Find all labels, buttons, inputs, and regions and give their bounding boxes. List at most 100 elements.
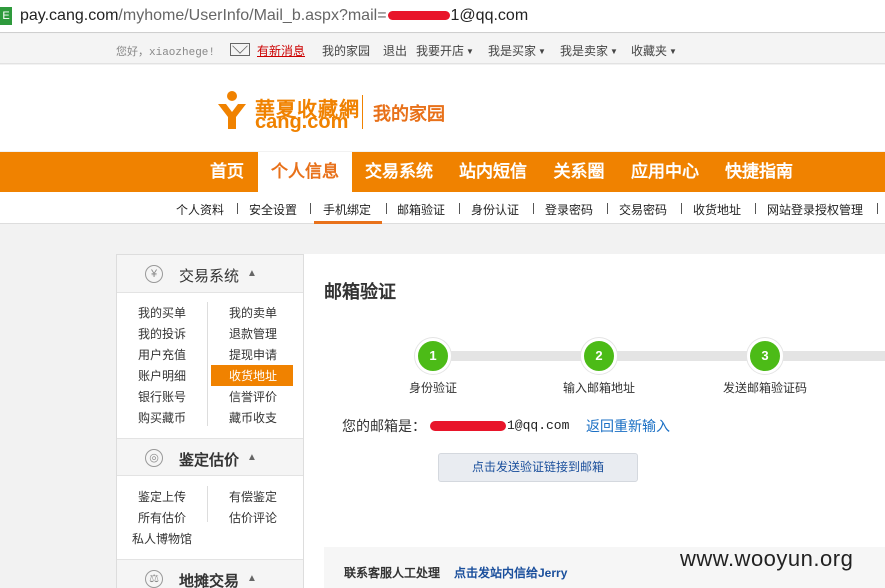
sub-nav: 个人资料 安全设置 手机绑定 邮箱验证 身份认证 登录密码 交易密码 收货地址 …	[0, 192, 885, 224]
sidebar-item-refunds[interactable]: 退款管理	[229, 325, 277, 342]
site-header: 華夏收藏網 cang.com 我的家园	[0, 65, 885, 151]
scale-icon: ⚖	[145, 570, 163, 588]
tab-quick-guide[interactable]: 快捷指南	[712, 152, 806, 192]
step-3-badge: 3	[747, 338, 783, 374]
url-tail: 1@qq.com	[450, 7, 529, 24]
seller-menu[interactable]: 我是卖家 ▼	[560, 42, 618, 59]
subnav-trade-password[interactable]: 交易密码	[619, 201, 667, 218]
watermark-text: www.wooyun.org	[680, 546, 854, 571]
sidebar-item-recharge[interactable]: 用户充值	[138, 346, 186, 363]
url-path: /myhome/UserInfo/Mail_b.aspx?mail=	[118, 7, 387, 24]
step-3-label: 发送邮箱验证码	[723, 381, 808, 395]
sidebar-item-valuation-comments[interactable]: 估价评论	[229, 509, 277, 526]
sidebar-item-bank-account[interactable]: 银行账号	[138, 388, 186, 405]
sidebar-item-all-valuations[interactable]: 所有估价	[138, 509, 186, 526]
chevron-up-icon[interactable]: ▲	[247, 268, 257, 279]
email-tail: 1@qq.com	[507, 418, 570, 433]
buyer-label: 我是买家	[488, 44, 537, 58]
sidebar-item-buy-coins[interactable]: 购买藏币	[138, 409, 186, 426]
sidebar-section-title: 交易系统	[179, 268, 240, 285]
subnav-security[interactable]: 安全设置	[249, 201, 297, 218]
sidebar-section-title: 鉴定估价	[179, 452, 240, 469]
greeting-text: 您好，xiaozhege!	[116, 47, 216, 59]
subnav-login-authorization[interactable]: 网站登录授权管理	[767, 201, 863, 218]
subnav-email-verify[interactable]: 邮箱验证	[397, 201, 445, 218]
favorites-label: 收藏夹	[631, 44, 668, 58]
yen-icon: ¥	[145, 265, 163, 283]
sidebar-item-shipping-address[interactable]: 收货地址	[211, 365, 294, 386]
subnav-identity[interactable]: 身份认证	[471, 201, 519, 218]
tab-relations[interactable]: 关系圈	[540, 152, 618, 192]
sidebar-column-divider	[207, 486, 208, 522]
logo-english-text[interactable]: cang.com	[255, 111, 348, 134]
sidebar-item-account-details[interactable]: 账户明细	[138, 367, 186, 384]
user-top-bar: 您好，xiaozhege! 有新消息 我的家园 退出 我要开店 ▼ 我是买家 ▼ 我…	[0, 34, 885, 64]
contact-link[interactable]: 点击发站内信给Jerry	[454, 564, 567, 581]
sidebar-item-coin-balance[interactable]: 藏币收支	[229, 409, 277, 426]
open-shop-label: 我要开店	[416, 44, 465, 58]
subnav-phone-binding[interactable]: 手机绑定	[323, 201, 371, 218]
subnav-separator	[459, 203, 460, 214]
sidebar-section-appraise[interactable]: ◎ 鉴定估价 ▲	[117, 438, 303, 476]
tab-trade-system[interactable]: 交易系统	[352, 152, 446, 192]
tab-personal-info[interactable]: 个人信息	[258, 152, 352, 192]
step-1-label: 身份验证	[409, 381, 458, 395]
sidebar-item-upload-appraisal[interactable]: 鉴定上传	[138, 488, 186, 505]
logo-figure-icon[interactable]	[216, 90, 248, 130]
subnav-profile[interactable]: 个人资料	[176, 201, 224, 218]
favorites-menu[interactable]: 收藏夹 ▼	[631, 42, 677, 59]
email-label: 您的邮箱是：	[342, 418, 426, 434]
sidebar-item-my-buy-orders[interactable]: 我的买单	[138, 304, 186, 321]
sidebar-section-market[interactable]: ⚖ 地摊交易 ▲	[117, 559, 303, 588]
sidebar-item-my-sell-orders[interactable]: 我的卖单	[229, 304, 277, 321]
address-bar[interactable]: E pay.cang.com/myhome/UserInfo/Mail_b.as…	[0, 0, 885, 33]
buyer-menu[interactable]: 我是买家 ▼	[488, 42, 546, 59]
sidebar-item-withdraw[interactable]: 提现申请	[229, 346, 277, 363]
open-shop-menu[interactable]: 我要开店 ▼	[416, 42, 474, 59]
main-nav: 首页 个人信息 交易系统 站内短信 关系圈 应用中心 快捷指南	[0, 152, 885, 192]
step-2-badge: 2	[581, 338, 617, 374]
subnav-separator	[681, 203, 682, 214]
subnav-shipping-address[interactable]: 收货地址	[693, 201, 741, 218]
subnav-active-indicator	[314, 221, 382, 224]
my-home-link[interactable]: 我的家园	[322, 42, 370, 59]
redaction-mark	[387, 11, 450, 21]
sidebar-item-private-museum[interactable]: 私人博物馆	[132, 530, 192, 547]
logout-link[interactable]: 退出	[383, 42, 407, 59]
chevron-down-icon: ▼	[669, 47, 677, 56]
sidebar-item-paid-appraisal[interactable]: 有偿鉴定	[229, 488, 277, 505]
seller-label: 我是卖家	[560, 44, 609, 58]
sidebar-item-my-complaints[interactable]: 我的投诉	[138, 325, 186, 342]
email-value: 1@qq.com	[430, 418, 569, 433]
new-message-link[interactable]: 有新消息	[257, 42, 305, 59]
redaction-mark	[430, 420, 506, 431]
sidebar-item-credit-rating[interactable]: 信誉评价	[229, 388, 277, 405]
tab-home[interactable]: 首页	[197, 152, 257, 192]
progress-track	[432, 351, 885, 361]
url-text[interactable]: pay.cang.com/myhome/UserInfo/Mail_b.aspx…	[20, 6, 528, 26]
tab-messages[interactable]: 站内短信	[446, 152, 540, 192]
url-host: pay.cang.com	[20, 7, 119, 24]
section-title: 我的家园	[373, 104, 445, 124]
step-1-badge: 1	[415, 338, 451, 374]
favicon-icon: E	[0, 7, 12, 25]
send-verification-button[interactable]: 点击发送验证链接到邮箱	[438, 453, 638, 482]
chevron-up-icon[interactable]: ▲	[247, 573, 257, 584]
sidebar-section-trade[interactable]: ¥ 交易系统 ▲	[117, 255, 303, 293]
reenter-link[interactable]: 返回重新输入	[586, 416, 670, 436]
page-title: 邮箱验证	[324, 282, 396, 302]
tab-app-center[interactable]: 应用中心	[618, 152, 712, 192]
subnav-separator	[310, 203, 311, 214]
subnav-separator	[607, 203, 608, 214]
subnav-separator	[386, 203, 387, 214]
subnav-login-password[interactable]: 登录密码	[545, 201, 593, 218]
sidebar-column-divider	[207, 302, 208, 426]
envelope-icon[interactable]	[230, 43, 250, 56]
sidebar-section-title: 地摊交易	[179, 573, 240, 588]
magnifier-icon: ◎	[145, 449, 163, 467]
logo-divider	[362, 95, 363, 129]
chevron-up-icon[interactable]: ▲	[247, 452, 257, 463]
sidebar: ¥ 交易系统 ▲ 我的买单 我的投诉 用户充值 账户明细 银行账号 购买藏币 我…	[116, 254, 304, 588]
chevron-down-icon: ▼	[538, 47, 546, 56]
main-panel: 邮箱验证 1 2 3 身份验证 输入邮箱地址 发送邮箱验证码 您的邮箱是： 1@…	[304, 254, 885, 588]
